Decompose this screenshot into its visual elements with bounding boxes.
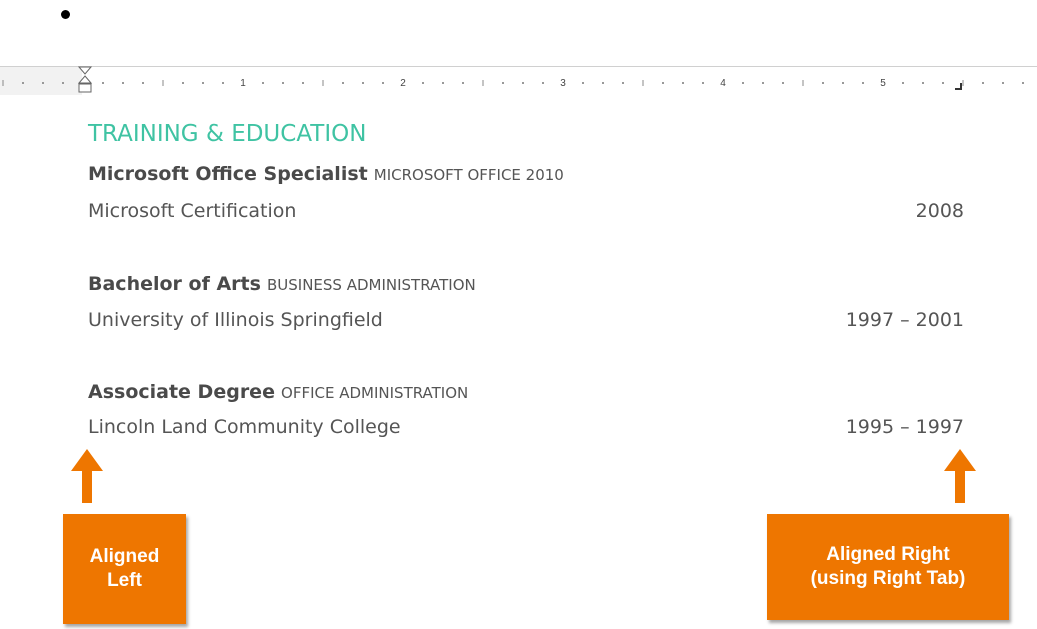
ruler-dot-tick (202, 82, 204, 84)
ruler-dot-tick (542, 82, 544, 84)
entry-1-detail: Microsoft Certification 2008 (88, 199, 964, 223)
callout-right-line1: Aligned Right (826, 544, 950, 565)
entry-1-field: MICROSOFT OFFICE 2010 (373, 166, 564, 184)
entry-3-heading: Associate Degree OFFICE ADMINISTRATION (88, 380, 964, 405)
ruler-dot-tick (362, 82, 364, 84)
ruler-dot-tick (762, 82, 764, 84)
bullet-point (61, 10, 70, 19)
ruler-dot-tick (662, 82, 664, 84)
ruler-dot-tick (702, 82, 704, 84)
ruler-dot-tick (302, 82, 304, 84)
entry-3-detail: Lincoln Land Community College 1995 – 19… (88, 415, 964, 439)
ruler-dot-tick (782, 82, 784, 84)
arrow-up-right-icon (944, 449, 976, 503)
entry-1-years: 2008 (915, 200, 964, 222)
ruler-number-1: 1 (240, 78, 246, 89)
entry-2-heading: Bachelor of Arts BUSINESS ADMINISTRATION (88, 272, 964, 297)
ruler-number-2: 2 (400, 78, 406, 89)
ruler-dot-tick (142, 82, 144, 84)
entry-2-institution: University of Illinois Springfield (88, 309, 383, 331)
ruler-dot-tick (262, 82, 264, 84)
ruler-dot-tick (342, 82, 344, 84)
ruler-dot-tick (442, 82, 444, 84)
entry-1-heading: Microsoft Office Specialist MICROSOFT OF… (88, 162, 964, 187)
ruler-dot-tick (122, 82, 124, 84)
ruler-dot-tick (622, 82, 624, 84)
entry-3-degree: Associate Degree (88, 381, 275, 403)
callout-left-line1: Aligned (89, 546, 160, 567)
ruler-dot-tick (502, 82, 504, 84)
section-title: TRAINING & EDUCATION (88, 121, 367, 147)
ruler-dot-tick (62, 82, 64, 84)
entry-2-detail: University of Illinois Springfield 1997 … (88, 308, 964, 332)
arrow-up-left-icon (71, 449, 103, 503)
entry-2-degree: Bachelor of Arts (88, 273, 261, 295)
ruler-dot-tick (42, 82, 44, 84)
horizontal-ruler[interactable]: 1 2 3 4 5 (0, 66, 1037, 106)
ruler-dot-tick (982, 82, 984, 84)
ruler-dot-tick (182, 82, 184, 84)
callout-left-line2: Left (107, 570, 142, 591)
ruler-number-5: 5 (880, 78, 886, 89)
ruler-dot-tick (222, 82, 224, 84)
ruler-dot-tick (102, 82, 104, 84)
ruler-dot-tick (842, 82, 844, 84)
entry-1-degree: Microsoft Office Specialist (88, 163, 368, 185)
ruler-dot-tick (682, 82, 684, 84)
entry-3-years: 1995 – 1997 (845, 416, 964, 438)
ruler-dot-tick (422, 82, 424, 84)
ruler-dot-tick (1022, 82, 1024, 84)
callout-aligned-right: Aligned Right (using Right Tab) (767, 514, 1009, 620)
ruler-dot-tick (282, 82, 284, 84)
entry-2-field: BUSINESS ADMINISTRATION (266, 276, 476, 294)
ruler-dot-tick (602, 82, 604, 84)
entry-2-years: 1997 – 2001 (845, 309, 964, 331)
ruler-number-3: 3 (560, 78, 566, 89)
ruler-dot-tick (742, 82, 744, 84)
ruler-dot-tick (22, 82, 24, 84)
ruler-number-4: 4 (720, 78, 726, 89)
ruler-dot-tick (862, 82, 864, 84)
ruler-dot-tick (582, 82, 584, 84)
indent-marker-icon[interactable] (78, 66, 92, 98)
ruler-dot-tick (1002, 82, 1004, 84)
callout-right-line2: (using Right Tab) (810, 568, 966, 589)
ruler-dot-tick (942, 82, 944, 84)
right-tab-stop-icon[interactable] (954, 82, 964, 92)
entry-3-field: OFFICE ADMINISTRATION (281, 384, 469, 402)
ruler-dot-tick (822, 82, 824, 84)
ruler-dot-tick (902, 82, 904, 84)
ruler-dot-tick (922, 82, 924, 84)
ruler-dot-tick (382, 82, 384, 84)
ruler-dot-tick (522, 82, 524, 84)
ruler-margin-left (0, 67, 82, 95)
entry-3-institution: Lincoln Land Community College (88, 416, 401, 438)
ruler-dot-tick (462, 82, 464, 84)
callout-aligned-left: Aligned Left (63, 514, 186, 624)
entry-1-institution: Microsoft Certification (88, 200, 297, 222)
